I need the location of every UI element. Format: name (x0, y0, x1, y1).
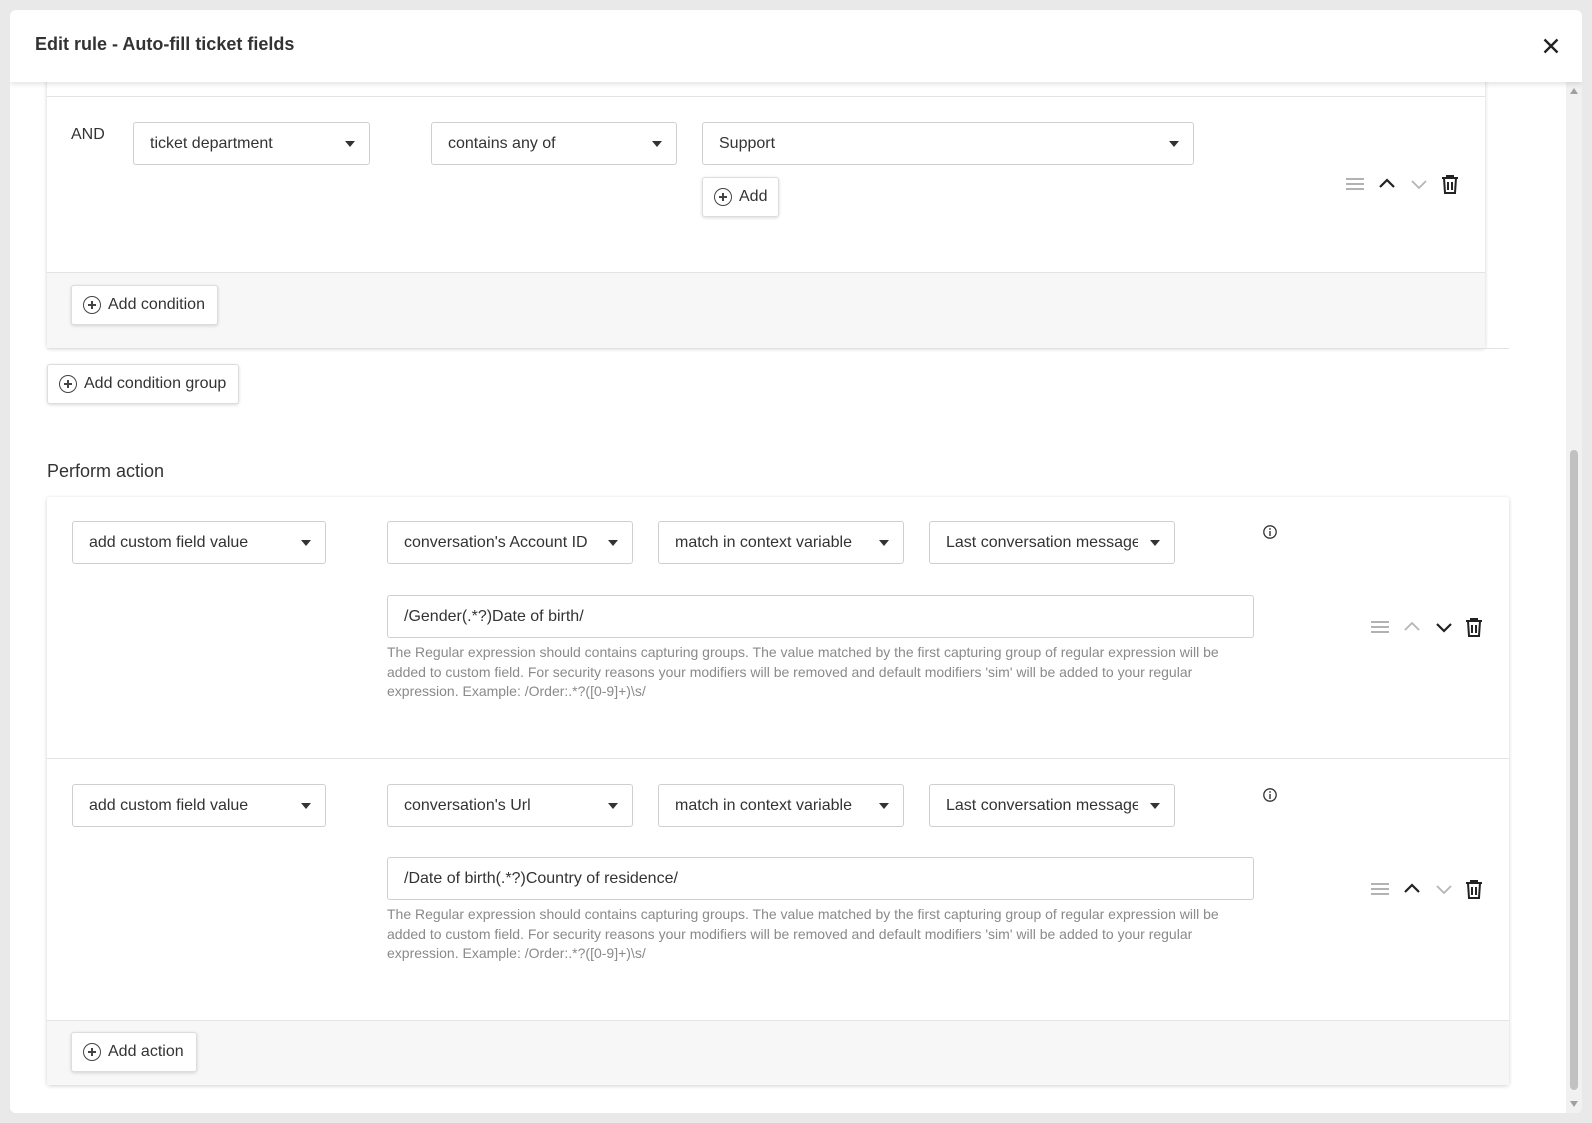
action-type-select[interactable]: add custom field value (72, 784, 326, 827)
condition-row-divider (47, 96, 1485, 97)
info-icon[interactable] (1262, 787, 1278, 803)
regex-input[interactable]: /Gender(.*?)Date of birth/ (387, 595, 1254, 638)
trash-icon[interactable] (1462, 615, 1486, 639)
add-condition-label: Add condition (108, 296, 205, 313)
add-action-button[interactable]: Add action (71, 1032, 197, 1072)
modal-body[interactable]: AND ticket department contains any of Su… (10, 62, 1582, 1113)
caret-down-icon (879, 540, 889, 546)
caret-down-icon (879, 803, 889, 809)
modal-title: Edit rule - Auto-fill ticket fields (35, 34, 295, 54)
section-divider (47, 348, 1509, 349)
plus-circle-icon (83, 1043, 101, 1061)
add-condition-group-label: Add condition group (84, 375, 227, 392)
condition-field-select[interactable]: ticket department (133, 122, 370, 165)
trash-icon[interactable] (1438, 172, 1462, 196)
add-action-label: Add action (108, 1043, 184, 1060)
action-source-select[interactable]: Last conversation message (929, 784, 1175, 827)
chevron-down-icon[interactable] (1407, 172, 1431, 196)
chevron-up-icon[interactable] (1400, 877, 1424, 901)
caret-down-icon (608, 803, 618, 809)
caret-down-icon (1169, 141, 1179, 147)
action-divider (47, 758, 1509, 759)
scroll-down-icon[interactable] (1570, 1101, 1578, 1107)
add-condition-group-button[interactable]: Add condition group (47, 364, 240, 404)
chevron-up-icon[interactable] (1400, 615, 1424, 639)
drag-handle-icon[interactable] (1368, 877, 1392, 901)
regex-help-text: The Regular expression should contains c… (387, 906, 1219, 961)
caret-down-icon (608, 540, 618, 546)
scroll-up-icon[interactable] (1570, 88, 1578, 94)
chevron-up-icon[interactable] (1375, 172, 1399, 196)
chevron-down-icon[interactable] (1432, 615, 1456, 639)
regex-input[interactable]: /Date of birth(.*?)Country of residence/ (387, 857, 1254, 900)
condition-comparison-select[interactable]: contains any of (431, 122, 677, 165)
perform-action-title: Perform action (47, 461, 165, 481)
plus-circle-icon (59, 375, 77, 393)
actions-footer: Add action (47, 1020, 1509, 1085)
plus-circle-icon (714, 188, 732, 206)
drag-handle-icon[interactable] (1368, 615, 1392, 639)
info-icon[interactable] (1262, 524, 1278, 540)
drag-handle-icon[interactable] (1343, 172, 1367, 196)
actions-card: add custom field value conversation's Ac… (47, 497, 1509, 1085)
plus-circle-icon (83, 296, 101, 314)
caret-down-icon (1150, 540, 1160, 546)
close-icon[interactable] (1538, 33, 1564, 59)
trash-icon[interactable] (1462, 877, 1486, 901)
edit-rule-modal: AND ticket department contains any of Su… (10, 10, 1582, 1113)
scrollbar-thumb[interactable] (1570, 450, 1578, 1090)
caret-down-icon (652, 141, 662, 147)
caret-down-icon (345, 141, 355, 147)
condition-value-select[interactable]: Support (702, 122, 1194, 165)
condition-operator-label: AND (71, 126, 105, 143)
add-value-button[interactable]: Add (702, 177, 779, 217)
add-condition-button[interactable]: Add condition (71, 285, 218, 325)
action-type-select[interactable]: add custom field value (72, 521, 326, 564)
condition-group-card: AND ticket department contains any of Su… (47, 62, 1485, 348)
action-method-select[interactable]: match in context variable (658, 784, 904, 827)
regex-help-text: The Regular expression should contains c… (387, 644, 1219, 699)
caret-down-icon (1150, 803, 1160, 809)
caret-down-icon (301, 540, 311, 546)
action-method-select[interactable]: match in context variable (658, 521, 904, 564)
caret-down-icon (301, 803, 311, 809)
condition-group-footer: Add condition (47, 272, 1485, 348)
chevron-down-icon[interactable] (1432, 877, 1456, 901)
action-field-select[interactable]: conversation's Url (387, 784, 633, 827)
action-field-select[interactable]: conversation's Account ID (387, 521, 633, 564)
vertical-scrollbar[interactable] (1566, 82, 1582, 1113)
modal-header: Edit rule - Auto-fill ticket fields (10, 10, 1582, 82)
action-source-select[interactable]: Last conversation message (929, 521, 1175, 564)
add-value-label: Add (739, 188, 768, 205)
